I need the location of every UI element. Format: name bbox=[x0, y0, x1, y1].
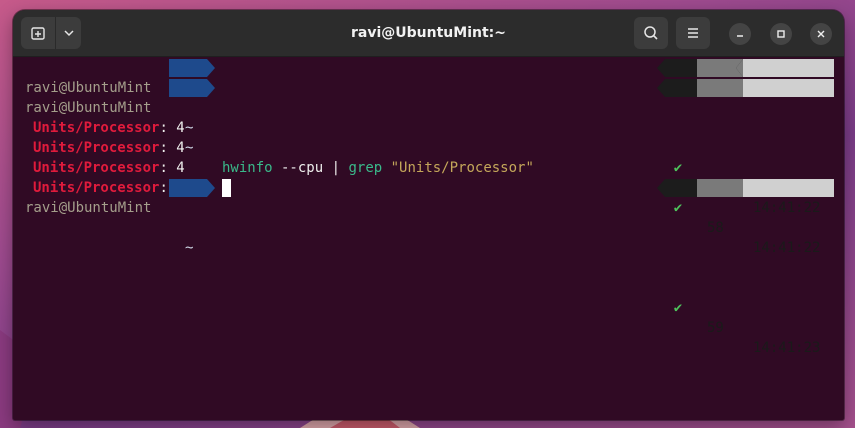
prompt-line: ravi@UbuntuMint ~ ✔ 59 14:41:23 bbox=[13, 178, 844, 356]
prompt-dir-segment bbox=[169, 59, 215, 77]
prompt-dir-segment bbox=[169, 79, 215, 97]
prompt-line: ravi@UbuntuMint ~ hwinfo --cpu | grep "U… bbox=[13, 78, 844, 256]
hamburger-menu-icon bbox=[688, 28, 698, 38]
close-button[interactable] bbox=[810, 23, 832, 45]
right-prompt bbox=[657, 79, 834, 97]
minimize-icon bbox=[737, 35, 743, 37]
text-cursor bbox=[222, 179, 231, 197]
command-count: 58 bbox=[707, 220, 724, 236]
output-line: Units/Processor: 4 bbox=[13, 158, 844, 196]
status-check-icon: ✔ bbox=[673, 300, 683, 316]
prompt-line: ravi@UbuntuMint ~ ✔ 58 14:41:22 bbox=[13, 58, 844, 216]
search-button[interactable] bbox=[634, 17, 668, 49]
prompt-time: 14:41:23 bbox=[753, 340, 821, 356]
minimize-button[interactable] bbox=[729, 23, 751, 45]
output-line: Units/Processor: 4 bbox=[13, 138, 844, 176]
prompt-time: 14:41:22 bbox=[753, 200, 821, 216]
menu-button[interactable] bbox=[676, 17, 710, 49]
window-title: ravi@UbuntuMint:~ bbox=[351, 25, 506, 41]
prompt-dir: ~ bbox=[185, 240, 194, 256]
command-count: 59 bbox=[707, 320, 724, 336]
right-prompt bbox=[657, 179, 834, 197]
status-check-icon: ✔ bbox=[673, 200, 683, 216]
prompt-dir-segment bbox=[169, 179, 215, 197]
maximize-button[interactable] bbox=[770, 23, 792, 45]
close-icon bbox=[817, 30, 825, 38]
prompt-user: ravi@UbuntuMint bbox=[25, 200, 152, 216]
prompt-time: 14:41:22 bbox=[753, 240, 821, 256]
search-icon bbox=[644, 26, 658, 40]
maximize-icon bbox=[777, 30, 785, 38]
right-prompt bbox=[657, 59, 834, 77]
output-line: Units/Processor: 4 bbox=[13, 98, 844, 136]
titlebar: ravi@UbuntuMint:~ bbox=[13, 10, 844, 57]
terminal-area[interactable]: ravi@UbuntuMint ~ ✔ 58 14:41:22 ravi@Ubu… bbox=[13, 57, 844, 420]
output-line: Units/Processor: 4 bbox=[13, 118, 844, 156]
terminal-window: ravi@UbuntuMint:~ ravi@UbuntuMint ~ ✔ 14… bbox=[13, 10, 844, 420]
